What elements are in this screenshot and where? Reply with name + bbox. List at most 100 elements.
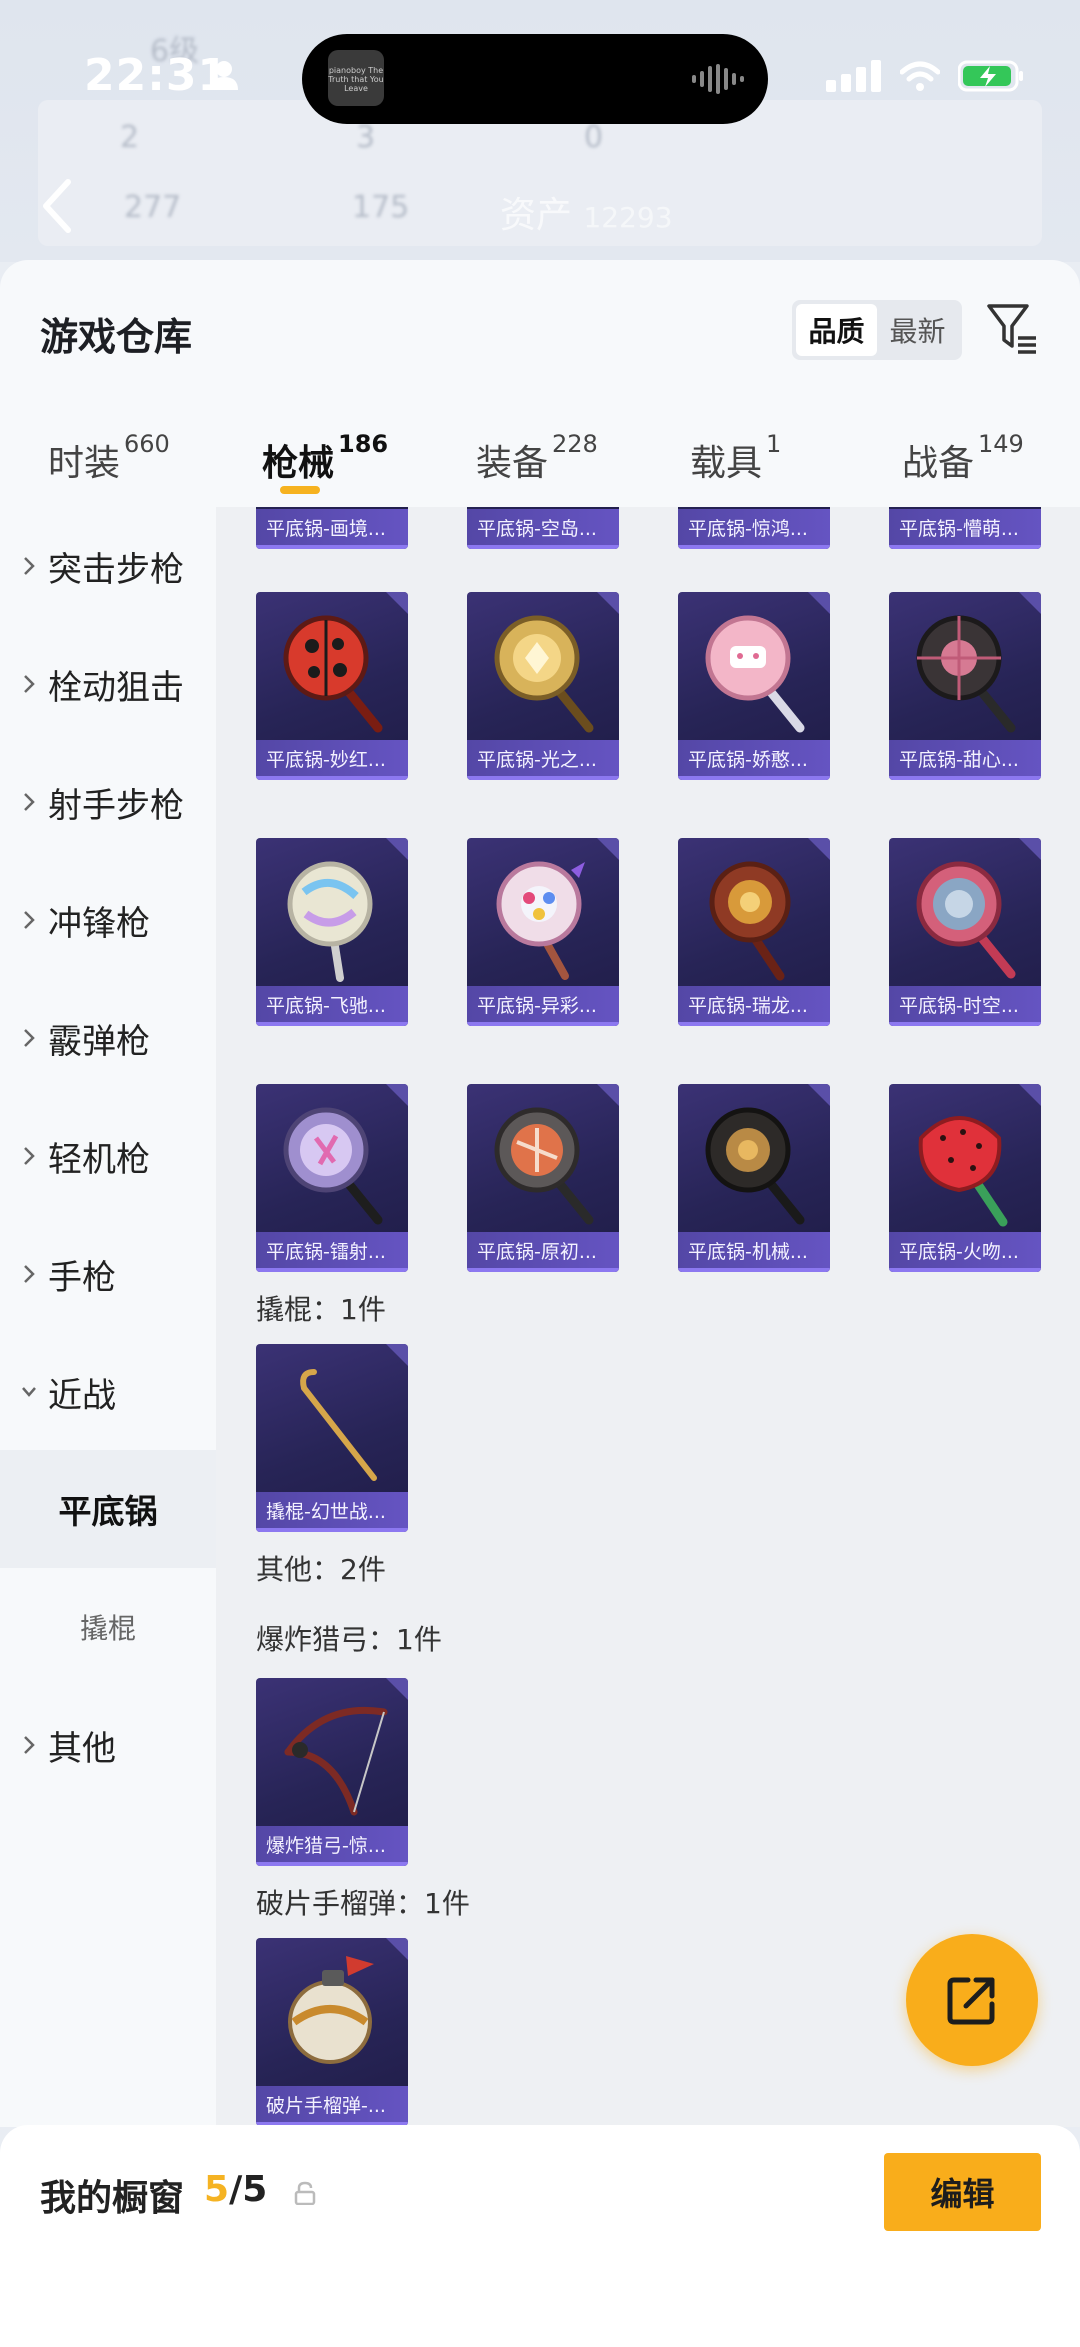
crowbar-icon [300, 1369, 377, 1481]
mech-pan-icon [705, 1107, 805, 1225]
item-card[interactable]: 平底锅-画境... [256, 507, 408, 549]
sidebar-item-melee[interactable]: 近战 [0, 1333, 216, 1451]
sidebar-item-other[interactable]: 其他 [0, 1686, 216, 1804]
item-card[interactable]: 平底锅-光之... [467, 592, 619, 780]
sidebar-item-assault-rifle[interactable]: 突击步枪 [0, 507, 216, 625]
sidebar-subitem-crowbar[interactable]: 撬棍 [0, 1568, 216, 1686]
tab-label: 装备 [476, 443, 549, 484]
sidebar-item-shotgun[interactable]: 霰弹枪 [0, 979, 216, 1097]
item-name: 平底锅-异彩... [467, 986, 619, 1026]
share-button[interactable] [906, 1934, 1038, 2066]
item-name: 平底锅-原初... [467, 1232, 619, 1272]
audio-wave-icon [692, 64, 744, 94]
chevron-right-icon [24, 1029, 35, 1047]
item-card[interactable]: 平底锅-飞驰... [256, 838, 408, 1026]
sidebar-item-label: 近战 [48, 1375, 116, 1416]
background-stat-a: 2 [120, 120, 140, 155]
sort-quality-button[interactable]: 品质 [796, 304, 877, 356]
status-time: 22:31 [84, 50, 230, 101]
edit-button[interactable]: 编辑 [884, 2153, 1041, 2231]
share-external-icon [947, 1977, 995, 2025]
item-card[interactable]: 破片手榴弹-... [256, 1938, 408, 2126]
item-card[interactable]: 平底锅-惊鸿... [678, 507, 830, 549]
dynamic-island[interactable]: pianoboy The Truth that You Leave [302, 34, 768, 124]
item-card[interactable]: 平底锅-瑞龙... [678, 838, 830, 1026]
sidebar-item-label: 冲锋枪 [48, 903, 150, 944]
tab-supplies[interactable]: 战备 149 [902, 430, 1024, 486]
sidebar-item-label: 栓动狙击 [48, 667, 184, 708]
item-card[interactable]: 平底锅-机械... [678, 1084, 830, 1272]
chevron-right-icon [24, 1147, 35, 1165]
item-card[interactable]: 平底锅-空岛... [467, 507, 619, 549]
showcase-bar: 我的橱窗 5/5 编辑 [0, 2125, 1080, 2347]
item-card[interactable]: 撬棍-幻世战... [256, 1344, 408, 1532]
tab-count: 228 [552, 430, 598, 458]
sidebar-item-pistol[interactable]: 手枪 [0, 1215, 216, 1333]
timespace-pan-icon [916, 861, 1016, 979]
section-label-crowbar: 撬棍：1件 [256, 1293, 386, 1326]
item-name: 平底锅-机械... [678, 1232, 830, 1272]
item-card[interactable]: 平底锅-妙红... [256, 592, 408, 780]
item-name: 平底锅-妙红... [256, 740, 408, 780]
chevron-right-icon [24, 557, 35, 575]
sidebar-item-marksman-rifle[interactable]: 射手步枪 [0, 743, 216, 861]
tab-vehicles[interactable]: 载具 1 [690, 430, 781, 486]
tab-label: 时装 [48, 443, 121, 484]
item-card[interactable]: 平底锅-异彩... [467, 838, 619, 1026]
item-card[interactable]: 平底锅-火吻... [889, 1084, 1041, 1272]
background-asset-value: 12293 [583, 201, 673, 234]
battery-charging-icon [958, 60, 1023, 92]
section-label-bow: 爆炸猎弓：1件 [256, 1623, 442, 1656]
dragon-pan-icon [709, 861, 791, 981]
sort-newest-button[interactable]: 最新 [877, 304, 958, 356]
sidebar-item-bolt-sniper[interactable]: 栓动狙击 [0, 625, 216, 743]
item-name: 平底锅-空岛... [467, 509, 619, 549]
explosive-bow-icon [284, 1706, 388, 1816]
item-name: 平底锅-瑞龙... [678, 986, 830, 1026]
showcase-count: 5/5 [204, 2169, 267, 2210]
sidebar-item-label: 突击步枪 [48, 549, 184, 590]
chevron-down-icon [22, 1387, 36, 1397]
tab-count: 660 [124, 430, 170, 458]
background-asset: 资产 12293 [500, 186, 673, 238]
item-card[interactable]: 平底锅-镭射... [256, 1084, 408, 1272]
item-card[interactable]: 爆炸猎弓-惊... [256, 1678, 408, 1866]
tab-label: 战备 [902, 443, 975, 484]
strawberry-pan-icon [918, 1116, 1008, 1227]
item-card[interactable]: 平底锅-娇憨... [678, 592, 830, 780]
sidebar-subitem-pan[interactable]: 平底锅 [0, 1450, 216, 1568]
lock-icon [294, 2181, 316, 2205]
tab-equipment[interactable]: 装备 228 [476, 430, 598, 486]
item-card[interactable]: 平底锅-甜心... [889, 592, 1041, 780]
sidebar-item-label: 撬棍 [79, 1612, 136, 1645]
back-icon[interactable] [40, 178, 74, 234]
chevron-right-icon [24, 675, 35, 693]
item-name: 平底锅-火吻... [889, 1232, 1041, 1272]
item-card[interactable]: 平底锅-原初... [467, 1084, 619, 1272]
item-name: 平底锅-画境... [256, 509, 408, 549]
wifi-icon [900, 61, 940, 91]
filter-icon[interactable] [986, 300, 1038, 356]
colorful-pan-icon [496, 861, 585, 980]
tab-count: 186 [338, 430, 389, 458]
item-name: 平底锅-懵萌... [889, 509, 1041, 549]
item-card[interactable]: 平底锅-懵萌... [889, 507, 1041, 549]
item-name: 平底锅-镭射... [256, 1232, 408, 1272]
section-label-grenade: 破片手榴弹：1件 [256, 1887, 470, 1920]
pink-pan-icon [705, 615, 805, 733]
item-card[interactable]: 平底锅-时空... [889, 838, 1041, 1026]
section-label-other: 其他：2件 [256, 1553, 386, 1586]
tab-fashion[interactable]: 时装 660 [48, 430, 170, 486]
sidebar-item-label: 手枪 [48, 1257, 116, 1298]
sidebar-item-smg[interactable]: 冲锋枪 [0, 861, 216, 979]
island-album-art: pianoboy The Truth that You Leave [328, 50, 384, 106]
chevron-right-icon [24, 1736, 35, 1754]
weapon-sidebar: 突击步枪 栓动狙击 射手步枪 冲锋枪 霰弹枪 轻机枪 手枪 近战 平底锅 撬棍 … [0, 507, 216, 2127]
chevron-right-icon [24, 793, 35, 811]
sidebar-item-lmg[interactable]: 轻机枪 [0, 1097, 216, 1215]
sidebar-item-label: 霰弹枪 [48, 1021, 150, 1062]
tab-count: 149 [978, 430, 1024, 458]
tab-firearms[interactable]: 枪械 186 [262, 430, 388, 486]
background-stat-b: 3 [356, 120, 376, 155]
dark-heart-pan-icon [916, 615, 1016, 733]
